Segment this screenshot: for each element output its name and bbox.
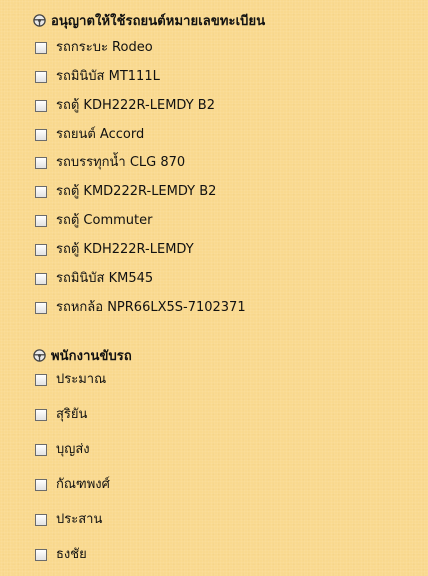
vehicle-checkbox[interactable] [35,157,47,169]
vehicle-option[interactable]: รถยนต์ Accord [35,126,144,144]
vehicle-option[interactable]: รถมินิบัส KM545 [35,270,153,288]
vehicle-checkbox[interactable] [35,273,47,285]
steering-wheel-icon [33,348,46,362]
driver-label: ประสาน [56,512,103,527]
vehicle-checkbox[interactable] [35,186,47,198]
vehicle-checkbox[interactable] [35,129,47,141]
drivers-section-title: พนักงานขับรถ [51,348,132,364]
vehicle-checkbox[interactable] [35,302,47,314]
driver-checkbox[interactable] [35,549,47,561]
vehicle-label: รถมินิบัส MT111L [56,69,160,84]
driver-checkbox[interactable] [35,479,47,491]
driver-label: บุญส่ง [56,442,90,457]
driver-checkbox[interactable] [35,444,47,456]
vehicle-label: รถมินิบัส KM545 [56,271,154,286]
vehicle-option[interactable]: รถมินิบัส MT111L [35,68,160,86]
vehicles-section: อนุญาตให้ใช้รถยนต์หมายเลขทะเบียน รถกระบะ… [0,0,428,315]
vehicle-label: รถตู้ Commuter [56,213,153,228]
vehicle-option[interactable]: รถกระบะ Rodeo [35,39,153,57]
driver-label: ธงชัย [56,547,87,562]
drivers-section-header: พนักงานขับรถ [0,343,428,367]
driver-label: กัณฑพงศ์ [56,477,110,492]
vehicle-label: รถบรรทุกน้ำ CLG 870 [56,155,186,170]
driver-option[interactable]: สุริยัน [35,406,87,424]
vehicle-label: รถตู้ KMD222R-LEMDY B2 [56,184,217,199]
driver-option[interactable]: บุญส่ง [35,441,90,459]
vehicle-label: รถกระบะ Rodeo [56,40,153,55]
driver-checkbox[interactable] [35,514,47,526]
driver-label: สุริยัน [56,407,88,422]
vehicle-option[interactable]: รถตู้ KMD222R-LEMDY B2 [35,183,216,201]
steering-wheel-icon [33,13,46,27]
driver-option[interactable]: ประมาณ [35,371,106,389]
vehicle-label: รถหกล้อ NPR66LX5S-7102371 [56,300,246,315]
driver-option[interactable]: ธงชัย [35,546,87,564]
drivers-section: พนักงานขับรถ ประมาณ สุริยัน บุญส่ง กัณฑพ… [0,343,428,562]
vehicle-option[interactable]: รถตู้ KDH222R-LEMDY [35,241,194,259]
vehicle-checkbox[interactable] [35,100,47,112]
driver-option[interactable]: ประสาน [35,511,102,529]
vehicle-option[interactable]: รถหกล้อ NPR66LX5S-7102371 [35,299,246,317]
vehicle-checkbox[interactable] [35,215,47,227]
vehicle-option[interactable]: รถบรรทุกน้ำ CLG 870 [35,154,185,172]
vehicle-option[interactable]: รถตู้ KDH222R-LEMDY B2 [35,97,215,115]
vehicles-section-title: อนุญาตให้ใช้รถยนต์หมายเลขทะเบียน [51,13,266,29]
vehicles-section-header: อนุญาตให้ใช้รถยนต์หมายเลขทะเบียน [0,0,428,32]
vehicle-option[interactable]: รถตู้ Commuter [35,212,152,230]
vehicle-label: รถยนต์ Accord [56,127,145,142]
driver-label: ประมาณ [56,372,107,387]
driver-checkbox[interactable] [35,374,47,386]
driver-checkbox[interactable] [35,409,47,421]
vehicle-label: รถตู้ KDH222R-LEMDY [56,242,194,257]
vehicle-checkbox[interactable] [35,244,47,256]
driver-option[interactable]: กัณฑพงศ์ [35,476,110,494]
vehicle-label: รถตู้ KDH222R-LEMDY B2 [56,98,215,113]
vehicle-checkbox[interactable] [35,71,47,83]
vehicle-checkbox[interactable] [35,42,47,54]
